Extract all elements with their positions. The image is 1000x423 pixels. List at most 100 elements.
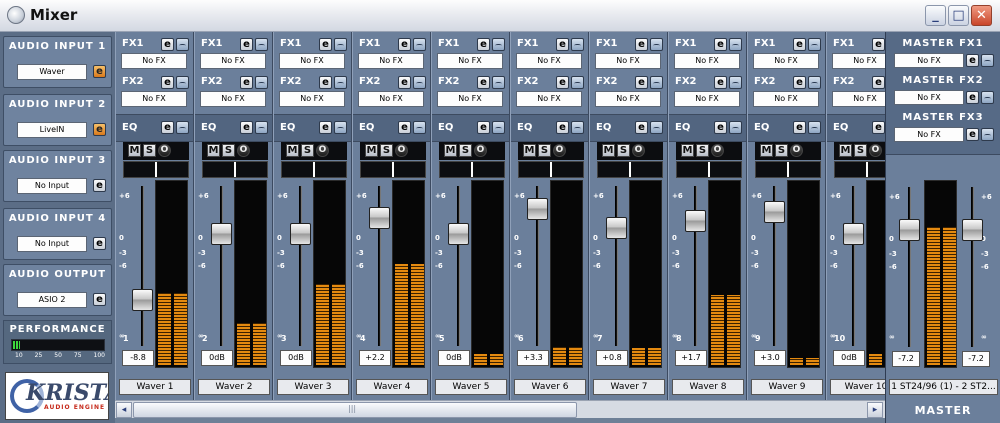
maximize-button[interactable]: □ (948, 5, 969, 26)
edit-button[interactable]: e (93, 293, 106, 306)
channel-name[interactable]: Waver 9 (751, 379, 823, 395)
eq-toggle-icon[interactable] (571, 121, 584, 134)
scroll-left-arrow[interactable]: ◂ (116, 402, 132, 418)
record-button[interactable]: O (474, 144, 487, 157)
fx1-toggle-icon[interactable] (176, 38, 189, 51)
fx1-edit-button[interactable]: e (161, 38, 174, 51)
mute-button[interactable]: M (444, 144, 457, 157)
volume-fader[interactable] (764, 200, 785, 223)
master-fx-edit-button[interactable]: e (966, 128, 979, 141)
mute-button[interactable]: M (681, 144, 694, 157)
fx1-select[interactable]: No FX (674, 53, 740, 69)
eq-toggle-icon[interactable] (492, 121, 505, 134)
pan-control[interactable] (834, 161, 885, 178)
minimize-button[interactable]: _ (925, 5, 946, 26)
pan-control[interactable] (755, 161, 821, 178)
fx2-toggle-icon[interactable] (808, 76, 821, 89)
fx1-select[interactable]: No FX (200, 53, 266, 69)
scroll-thumb[interactable] (133, 402, 577, 418)
record-button[interactable]: O (869, 144, 882, 157)
pan-control[interactable] (281, 161, 347, 178)
master-right-value[interactable]: -7.2 (962, 351, 990, 367)
mute-button[interactable]: M (128, 144, 141, 157)
edit-button[interactable]: e (93, 237, 106, 250)
fx1-edit-button[interactable]: e (714, 38, 727, 51)
volume-fader[interactable] (685, 210, 706, 233)
fx1-select[interactable]: No FX (437, 53, 503, 69)
fx1-edit-button[interactable]: e (398, 38, 411, 51)
master-fx-select[interactable]: No FX (894, 53, 964, 68)
solo-button[interactable]: S (222, 144, 235, 157)
fx1-edit-button[interactable]: e (319, 38, 332, 51)
eq-edit-button[interactable]: e (477, 121, 490, 134)
record-button[interactable]: O (632, 144, 645, 157)
fx2-select[interactable]: No FX (437, 91, 503, 107)
channel-name[interactable]: Waver 4 (356, 379, 428, 395)
mute-button[interactable]: M (207, 144, 220, 157)
channel-name[interactable]: Waver 5 (435, 379, 507, 395)
eq-toggle-icon[interactable] (176, 121, 189, 134)
edit-button[interactable]: e (93, 179, 106, 192)
fx1-select[interactable]: No FX (832, 53, 885, 69)
pan-control[interactable] (518, 161, 584, 178)
record-button[interactable]: O (711, 144, 724, 157)
solo-button[interactable]: S (617, 144, 630, 157)
fx1-select[interactable]: No FX (358, 53, 424, 69)
mute-button[interactable]: M (523, 144, 536, 157)
volume-fader[interactable] (843, 223, 864, 245)
device-select[interactable]: Waver (17, 64, 87, 80)
fx2-edit-button[interactable]: e (161, 76, 174, 89)
fx2-toggle-icon[interactable] (571, 76, 584, 89)
master-fx-edit-button[interactable]: e (966, 91, 979, 104)
fx1-toggle-icon[interactable] (492, 38, 505, 51)
eq-edit-button[interactable]: e (872, 121, 885, 134)
device-select[interactable]: No Input (17, 236, 87, 252)
edit-button[interactable]: e (93, 65, 106, 78)
master-right-fader[interactable] (962, 219, 983, 242)
record-button[interactable]: O (553, 144, 566, 157)
fx2-select[interactable]: No FX (753, 91, 819, 107)
fx2-edit-button[interactable]: e (635, 76, 648, 89)
fx2-select[interactable]: No FX (200, 91, 266, 107)
record-button[interactable]: O (395, 144, 408, 157)
fx2-select[interactable]: No FX (516, 91, 582, 107)
eq-edit-button[interactable]: e (556, 121, 569, 134)
master-fx-toggle-icon[interactable] (981, 128, 994, 141)
fader-value[interactable]: +0.8 (596, 350, 628, 366)
device-select[interactable]: No Input (17, 178, 87, 194)
fader-value[interactable]: 0dB (833, 350, 865, 366)
edit-button[interactable]: e (93, 123, 106, 136)
channel-name[interactable]: Waver 6 (514, 379, 586, 395)
volume-fader[interactable] (448, 223, 469, 245)
fx1-toggle-icon[interactable] (255, 38, 268, 51)
fx1-toggle-icon[interactable] (334, 38, 347, 51)
eq-edit-button[interactable]: e (714, 121, 727, 134)
solo-button[interactable]: S (143, 144, 156, 157)
fx2-toggle-icon[interactable] (255, 76, 268, 89)
fx1-select[interactable]: No FX (753, 53, 819, 69)
fx2-edit-button[interactable]: e (319, 76, 332, 89)
fx2-toggle-icon[interactable] (492, 76, 505, 89)
fx2-edit-button[interactable]: e (872, 76, 885, 89)
fx2-toggle-icon[interactable] (413, 76, 426, 89)
eq-edit-button[interactable]: e (398, 121, 411, 134)
fx2-select[interactable]: No FX (674, 91, 740, 107)
volume-fader[interactable] (369, 206, 390, 229)
eq-toggle-icon[interactable] (413, 121, 426, 134)
fx2-select[interactable]: No FX (121, 91, 187, 107)
master-fx-edit-button[interactable]: e (966, 54, 979, 67)
close-button[interactable]: ✕ (971, 5, 992, 26)
solo-button[interactable]: S (696, 144, 709, 157)
volume-fader[interactable] (211, 223, 232, 245)
fx2-select[interactable]: No FX (595, 91, 661, 107)
fader-value[interactable]: 0dB (438, 350, 470, 366)
record-button[interactable]: O (237, 144, 250, 157)
channel-name[interactable]: Waver 3 (277, 379, 349, 395)
record-button[interactable]: O (316, 144, 329, 157)
mute-button[interactable]: M (286, 144, 299, 157)
device-select[interactable]: ASIO 2 (17, 292, 87, 308)
master-left-fader[interactable] (899, 219, 920, 242)
solo-button[interactable]: S (380, 144, 393, 157)
fx2-toggle-icon[interactable] (729, 76, 742, 89)
fader-value[interactable]: +3.3 (517, 350, 549, 366)
